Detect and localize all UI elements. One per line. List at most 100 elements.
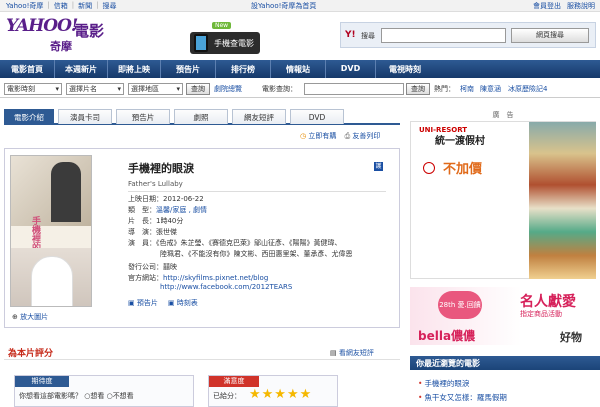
showtime-icon: ▣ [167,299,175,307]
director-row: 導 演：張世傑 [128,228,177,236]
nav-new-releases[interactable]: 本週新片 [55,60,108,78]
rating-title: 為本片評分 [8,349,54,359]
satis-label: 已給分： [213,392,241,400]
ad-label: 廣 告 [492,111,514,119]
ad2-headline: 名人獻愛 [520,294,576,310]
divider [128,191,386,192]
tab-trailer[interactable]: 預告片 [116,109,170,124]
phone-icon [194,34,208,52]
view-reviews-link[interactable]: 看網友短評 [339,349,374,357]
resort-photos [529,122,596,279]
showtime-link[interactable]: 時刻表 [177,299,198,307]
nav-home[interactable]: 電影首頁 [0,60,55,78]
topbar-link-mail[interactable]: 信箱 [54,1,68,11]
yahoo-logo[interactable]: YAHOO! [6,16,78,36]
area-select[interactable]: 選擇地區 [128,83,183,95]
tab-stills[interactable]: 劇照 [174,109,228,124]
theater-list-link[interactable]: 劇院總覽 [214,84,242,94]
official-site-link[interactable]: http://skyfilms.pixnet.net/blog [163,274,268,282]
resort-ad[interactable]: UNI-RESORT 統一渡假村 不加價 [410,121,596,279]
ad2-subline: 指定商品活動 [520,310,562,318]
cast-row-2: 陸珮君、《不能沒有你》陳文彬、西田惠里架、董承彥、尤偉恩 [160,250,353,258]
tab-cast[interactable]: 演員卡司 [58,109,112,124]
query-button-2[interactable]: 查詢 [406,83,430,95]
nav-dvd[interactable]: DVD [326,60,376,78]
trailer-link[interactable]: 預告片 [137,299,158,307]
length-row: 片 長：1時40分 [128,217,184,225]
no-label: 不想看 [112,392,134,400]
print-link[interactable]: 友善列印 [352,132,380,140]
main-nav: 電影首頁 本週新片 即將上映 預告片 排行榜 情報站 DVD 電視時刻 [0,60,600,78]
expect-question: 你想看這部電影嗎？ [19,392,82,400]
movie-select[interactable]: 選擇片名 [66,83,124,95]
clock-icon: ◷ [300,132,307,140]
yahoo-search-icon: Y! [345,30,356,40]
topbar-link-news[interactable]: 新聞 [78,1,92,11]
anniversary-badge: 28th 愛.回饋 [438,291,482,319]
help-link[interactable]: 服務說明 [567,1,595,11]
bella-ad[interactable]: 28th 愛.回饋 名人獻愛 指定商品活動 bella儂儂 好物 [410,287,596,345]
movie-query-input[interactable] [304,83,404,95]
movie-query-label: 電影查詢： [262,85,297,93]
resort-brand: 統一渡假村 [435,136,485,147]
cast-row: 演 員：《色戒》朱芷瑩、《賽德克巴萊》鄔山征彥、《陽陽》黃健瑋、 [128,239,342,247]
hot-link-2[interactable]: 陳意涵 [480,84,501,94]
enlarge-image[interactable]: ⊕ 放大圖片 [12,312,48,322]
recent-header: 你最近瀏覽的電影 [410,356,600,370]
mobile-promo[interactable]: New 手機查電影 [190,22,260,54]
nav-news[interactable]: 情報站 [271,60,326,78]
hot-link-1[interactable]: 柯南 [460,84,474,94]
expect-header: 期待度 [15,376,69,387]
nav-trailers[interactable]: 預告片 [161,60,216,78]
buy-ticket-link[interactable]: 立即有購 [308,132,336,140]
promo-label: 手機查電影 [214,39,254,48]
search-input[interactable] [381,28,506,43]
genre-link[interactable]: 溫馨/家庭 , 劇情 [156,206,207,214]
topbar-link-yahoo[interactable]: Yahoo!奇摩 [6,1,43,11]
hot-label: 熱門： [434,85,455,93]
movie-english-title: Father's Lullaby [128,180,183,188]
theater-select[interactable]: 電影時刻 [4,83,62,95]
tab-intro[interactable]: 電影介紹 [4,109,54,124]
view-reviews[interactable]: ▤ 看網友短評 [330,348,374,358]
recent-link-2[interactable]: 魚干女又怎樣：羅馬假期 [424,393,507,402]
movie-tabs: 電影介紹 演員卡司 預告片 劇照 網友短評 DVD [4,109,400,125]
hot-link-3[interactable]: 冰原歷險記4 [508,84,547,94]
satis-header: 滿意度 [209,376,259,387]
badge-icon [423,162,435,174]
nav-coming-soon[interactable]: 即將上映 [108,60,161,78]
star-rating[interactable]: ★★★★★ [249,387,312,402]
movie-title: 手機裡的眼淚 [128,162,194,175]
recent-item[interactable]: • 手機裡的眼淚 [418,378,469,389]
review-icon: ▤ [330,349,337,357]
trailer-icon: ▣ [128,299,135,307]
nav-tv[interactable]: 電視時刻 [376,60,434,78]
filter-bar: 電影時刻 選擇片名 選擇地區 查詢 劇院總覽 電影查詢： 查詢 熱門： 柯南 陳… [0,80,600,98]
query-button[interactable]: 查詢 [186,83,210,95]
no-extra-charge: 不加價 [443,162,483,177]
set-homepage-link[interactable]: 設Yahoo!奇摩為首頁 [251,1,316,11]
release-row: 上映日期：2012-06-22 [128,195,204,203]
facebook-link[interactable]: http://www.facebook.com/2012TEARS [160,283,292,291]
nav-rankings[interactable]: 排行榜 [216,60,271,78]
tab-reviews[interactable]: 網友短評 [232,109,286,124]
movie-poster[interactable]: 手機裡的眼淚 [10,155,92,307]
enlarge-link[interactable]: 放大圖片 [20,313,48,321]
distributor-row: 發行公司：囍映 [128,263,177,271]
action-bar: ◷ 立即有購 ⎙ 友善列印 [300,131,400,141]
yes-label: 想看 [90,392,105,400]
topbar-link-search[interactable]: 搜尋 [103,1,117,11]
search-box: Y! 搜尋 網頁搜尋 [340,22,596,48]
movie-links: ▣ 預告片 ▣ 時刻表 [128,298,198,308]
tab-dvd[interactable]: DVD [290,109,344,124]
logout-link[interactable]: 會員登出 [533,1,561,11]
web-search-button[interactable]: 網頁搜尋 [511,28,589,43]
recent-link-1[interactable]: 手機裡的眼淚 [424,379,469,388]
release-date: 2012-06-22 [163,195,204,203]
section-title: 電影 [74,22,105,40]
rating-badge-icon: 護 [374,162,383,171]
recent-item[interactable]: • 魚干女又怎樣：羅馬假期 [418,392,507,403]
satisfaction-box: 滿意度 已給分： ★★★★★ [208,375,338,407]
ad2-tail: 好物 [560,331,582,344]
ad2-brand: bella儂儂 [418,329,476,343]
